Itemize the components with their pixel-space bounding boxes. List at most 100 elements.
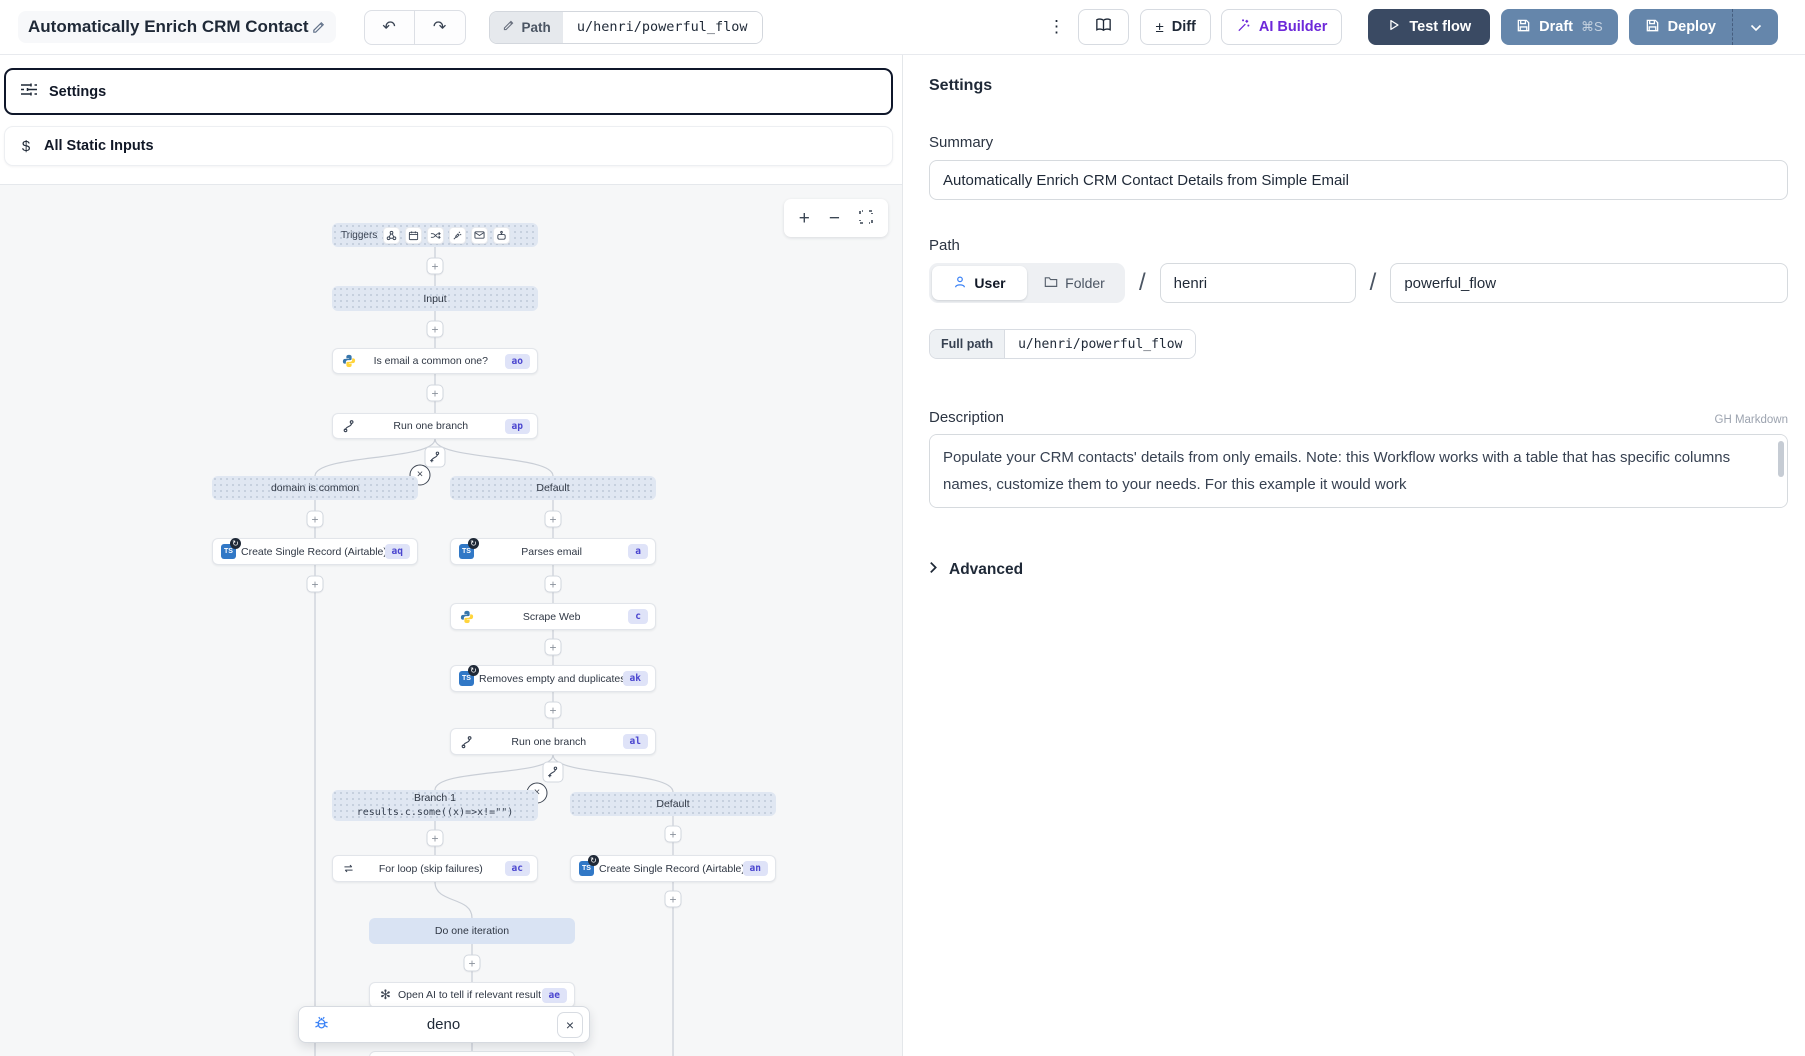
webhook-icon[interactable]: [383, 227, 400, 244]
step-label: Create Single Record (Airtable): [595, 863, 743, 875]
add-step-button[interactable]: +: [545, 702, 562, 719]
deploy-button[interactable]: Deploy: [1629, 9, 1732, 45]
flow-editor-pane: Settings $ All Static Inputs + −: [0, 55, 903, 1056]
branch-header-branch-1[interactable]: Branch 1 results.c.some((x)=>x!=""): [332, 790, 538, 821]
branch-header-label: Branch 1: [414, 792, 456, 806]
add-step-button[interactable]: +: [427, 830, 444, 847]
fit-view-button[interactable]: [859, 209, 873, 228]
owner-kind-toggle: User Folder: [929, 263, 1125, 303]
path-pill-label: Path: [522, 20, 551, 35]
triggers-node[interactable]: Triggers: [332, 223, 538, 247]
step-node-create-record-airtable-2[interactable]: TS↻ Create Single Record (Airtable) an: [570, 855, 776, 882]
docs-book-button[interactable]: [1078, 9, 1129, 45]
path-pill[interactable]: Path u/henri/powerful_flow: [489, 11, 763, 44]
textarea-scrollbar[interactable]: [1778, 441, 1784, 477]
step-id-badge: ao: [505, 354, 530, 369]
step-node-for-loop[interactable]: For loop (skip failures) ac: [332, 855, 538, 882]
summary-label: Summary: [929, 134, 1788, 151]
step-node-scrape-web[interactable]: Scrape Web c: [450, 603, 656, 630]
retry-icon: ↻: [468, 538, 479, 549]
step-id-badge: ac: [505, 861, 530, 876]
more-options-kebab[interactable]: ⋮: [1045, 17, 1067, 37]
add-step-button[interactable]: +: [427, 321, 444, 338]
ai-builder-label: AI Builder: [1259, 19, 1327, 35]
step-node-removes-empty[interactable]: TS↻ Removes empty and duplicates ak: [450, 665, 656, 692]
test-flow-button[interactable]: Test flow: [1368, 9, 1490, 45]
add-branch-button[interactable]: [425, 447, 446, 468]
step-node-run-one-branch-2[interactable]: Run one branch al: [450, 728, 656, 755]
play-icon: [1387, 18, 1401, 36]
deno-popup[interactable]: deno ×: [298, 1006, 590, 1043]
step-label: Run one branch: [475, 736, 623, 748]
branch-header-domain-is-common[interactable]: domain is common: [212, 476, 418, 500]
email-icon[interactable]: [471, 227, 488, 244]
add-step-button[interactable]: +: [427, 385, 444, 402]
plus-minus-icon: ±: [1155, 19, 1163, 36]
advanced-toggle[interactable]: Advanced: [929, 561, 1788, 579]
redo-button[interactable]: ↷: [415, 11, 465, 44]
add-step-button[interactable]: +: [665, 826, 682, 843]
dollar-icon: $: [19, 138, 33, 155]
step-label: Run one branch: [357, 420, 505, 432]
all-static-inputs-card[interactable]: $ All Static Inputs: [4, 126, 893, 166]
mqtt-icon[interactable]: [493, 227, 510, 244]
step-node-is-email[interactable]: Is email a common one? ao: [332, 348, 538, 374]
diff-label: Diff: [1172, 19, 1196, 35]
retry-icon: ↻: [230, 538, 241, 549]
step-node-run-one-branch-1[interactable]: Run one branch ap: [332, 413, 538, 439]
flow-graph-canvas[interactable]: + − Triggers Input: [0, 184, 902, 1056]
add-branch-button[interactable]: [543, 762, 564, 783]
undo-button[interactable]: ↶: [365, 11, 415, 44]
branch-header-label: domain is common: [271, 482, 359, 494]
trigger-icons: [383, 227, 510, 244]
add-step-button[interactable]: +: [427, 258, 444, 275]
sliders-icon: [20, 82, 38, 102]
add-step-button[interactable]: +: [307, 576, 324, 593]
websocket-icon[interactable]: [449, 227, 466, 244]
input-node[interactable]: Input: [332, 286, 538, 311]
schedule-icon[interactable]: [405, 227, 422, 244]
path-name-input[interactable]: [1390, 263, 1788, 303]
partial-node: [369, 1051, 575, 1056]
add-step-button[interactable]: +: [545, 576, 562, 593]
typescript-icon: TS↻: [458, 671, 475, 686]
loop-body-header-do-one-iteration[interactable]: Do one iteration: [369, 918, 575, 944]
step-node-parses-email[interactable]: TS↻ Parses email a: [450, 538, 656, 565]
step-label: Parses email: [475, 546, 628, 558]
http-route-icon[interactable]: [427, 227, 444, 244]
path-owner-input[interactable]: [1160, 263, 1356, 303]
settings-panel-title: Settings: [929, 77, 1788, 95]
add-step-button[interactable]: +: [307, 511, 324, 528]
step-node-create-record-airtable-1[interactable]: TS↻ Create Single Record (Airtable) aq: [212, 538, 418, 565]
draft-label: Draft: [1539, 19, 1573, 35]
description-textarea[interactable]: Populate your CRM contacts' details from…: [929, 434, 1788, 508]
folder-toggle-option[interactable]: Folder: [1027, 266, 1122, 300]
step-id-badge: al: [623, 734, 648, 749]
diff-button[interactable]: ± Diff: [1140, 9, 1210, 45]
input-node-label: Input: [423, 293, 446, 305]
ai-builder-button[interactable]: AI Builder: [1221, 9, 1342, 45]
deno-label: deno: [330, 1016, 557, 1033]
edit-title-pencil-icon[interactable]: [311, 20, 326, 35]
flow-title-field[interactable]: Automatically Enrich CRM Contact: [18, 11, 336, 43]
add-step-button[interactable]: +: [545, 511, 562, 528]
branch-header-default-2[interactable]: Default: [570, 792, 776, 816]
openai-icon: ✻: [377, 987, 394, 1003]
add-step-button[interactable]: +: [665, 891, 682, 908]
close-deno-button[interactable]: ×: [557, 1012, 583, 1038]
zoom-in-button[interactable]: +: [799, 209, 810, 228]
add-step-button[interactable]: +: [464, 955, 481, 972]
summary-input[interactable]: [929, 160, 1788, 200]
step-id-badge: a: [628, 544, 648, 559]
settings-card[interactable]: Settings: [4, 68, 893, 115]
step-label: For loop (skip failures): [357, 863, 505, 875]
user-toggle-option[interactable]: User: [932, 266, 1027, 300]
save-draft-button[interactable]: Draft ⌘S: [1501, 9, 1618, 45]
zoom-out-button[interactable]: −: [829, 209, 840, 228]
fullscreen-icon: [859, 208, 873, 229]
step-node-openai[interactable]: ✻ Open AI to tell if relevant result ae: [369, 982, 575, 1008]
deploy-options-chevron[interactable]: [1732, 9, 1778, 45]
add-step-button[interactable]: +: [545, 639, 562, 656]
step-id-badge: an: [743, 861, 768, 876]
branch-header-default-1[interactable]: Default: [450, 476, 656, 500]
